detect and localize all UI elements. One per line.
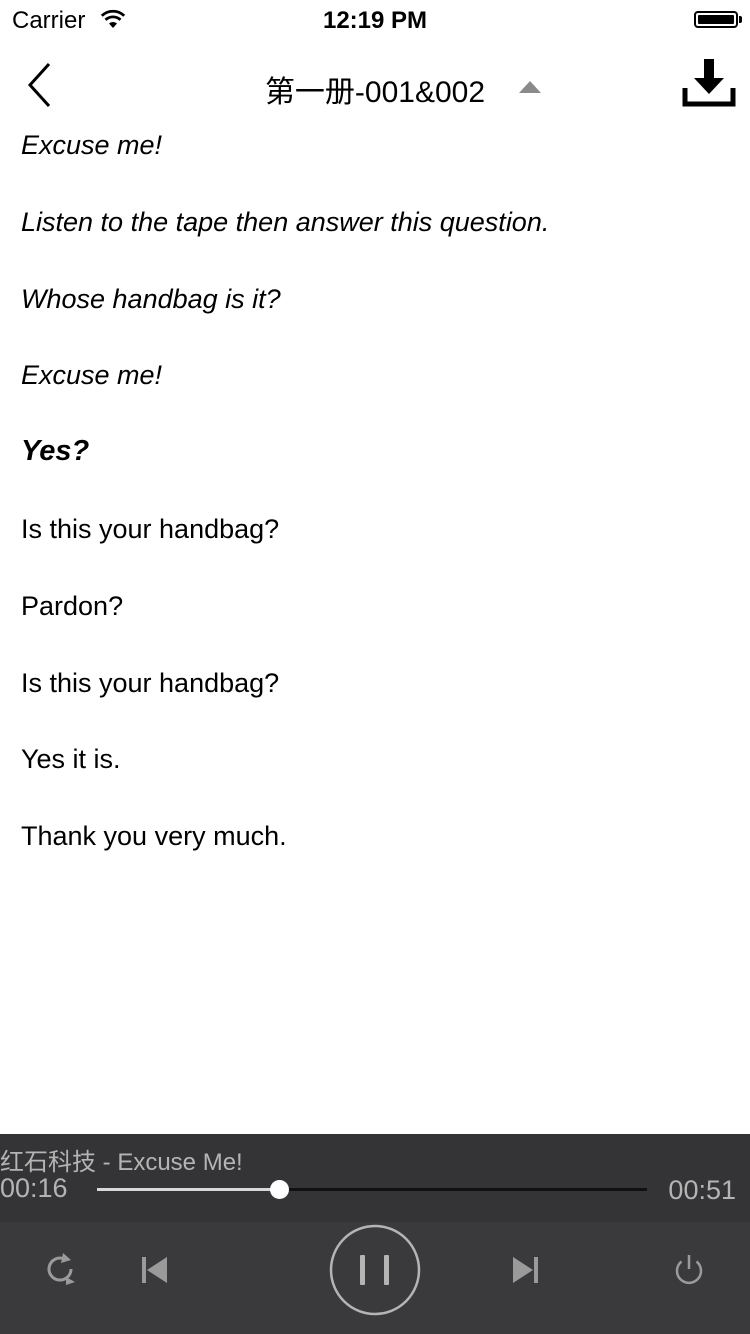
next-button[interactable] — [510, 1253, 542, 1287]
elapsed-time: 00:16 — [0, 1173, 68, 1203]
triangle-up-icon — [519, 81, 541, 93]
previous-button[interactable] — [138, 1253, 170, 1287]
next-track-icon — [513, 1257, 538, 1283]
pause-icon — [329, 1224, 421, 1316]
repeat-icon — [47, 1253, 75, 1285]
title-toggle-button[interactable] — [518, 80, 542, 94]
lyric-line[interactable]: Is this your handbag? — [21, 509, 279, 549]
status-bar: Carrier 12:19 PM — [0, 0, 750, 40]
download-button[interactable] — [682, 58, 736, 108]
repeat-button[interactable] — [42, 1251, 78, 1287]
power-icon — [675, 1255, 703, 1285]
lyric-line[interactable]: Pardon? — [21, 586, 123, 626]
lyric-line[interactable]: Is this your handbag? — [21, 663, 279, 703]
lyric-line-current[interactable]: Yes? — [21, 431, 89, 471]
battery-icon — [694, 11, 738, 28]
lyric-line[interactable]: Excuse me! — [21, 355, 162, 395]
title-container: 第一册-001&002 — [0, 67, 750, 111]
lyric-line[interactable]: Listen to the tape then answer this ques… — [21, 202, 549, 242]
progress-fill — [97, 1188, 279, 1191]
navigation-bar: 第一册-001&002 — [0, 40, 750, 128]
power-button[interactable] — [671, 1252, 707, 1288]
download-icon — [682, 59, 736, 107]
audio-player: 红石科技 - Excuse Me! 00:16 00:51 — [0, 1134, 750, 1334]
previous-track-icon — [142, 1257, 167, 1283]
page-title[interactable]: 第一册-001&002 — [265, 76, 485, 109]
pause-button[interactable] — [329, 1224, 421, 1316]
clock: 12:19 PM — [322, 7, 428, 34]
lyric-line[interactable]: Yes it is. — [21, 739, 121, 779]
progress-thumb[interactable] — [269, 1180, 289, 1199]
player-info-bar: 红石科技 - Excuse Me! 00:16 00:51 — [0, 1134, 750, 1222]
battery-tip — [739, 16, 742, 23]
lyric-line[interactable]: Thank you very much. — [21, 816, 287, 856]
track-title: 红石科技 - Excuse Me! — [0, 1149, 243, 1176]
progress-slider[interactable] — [97, 1180, 647, 1199]
lyric-line[interactable]: Whose handbag is it? — [21, 279, 281, 319]
lyric-line[interactable]: Excuse me! — [21, 125, 162, 165]
total-time: 00:51 — [668, 1175, 736, 1205]
